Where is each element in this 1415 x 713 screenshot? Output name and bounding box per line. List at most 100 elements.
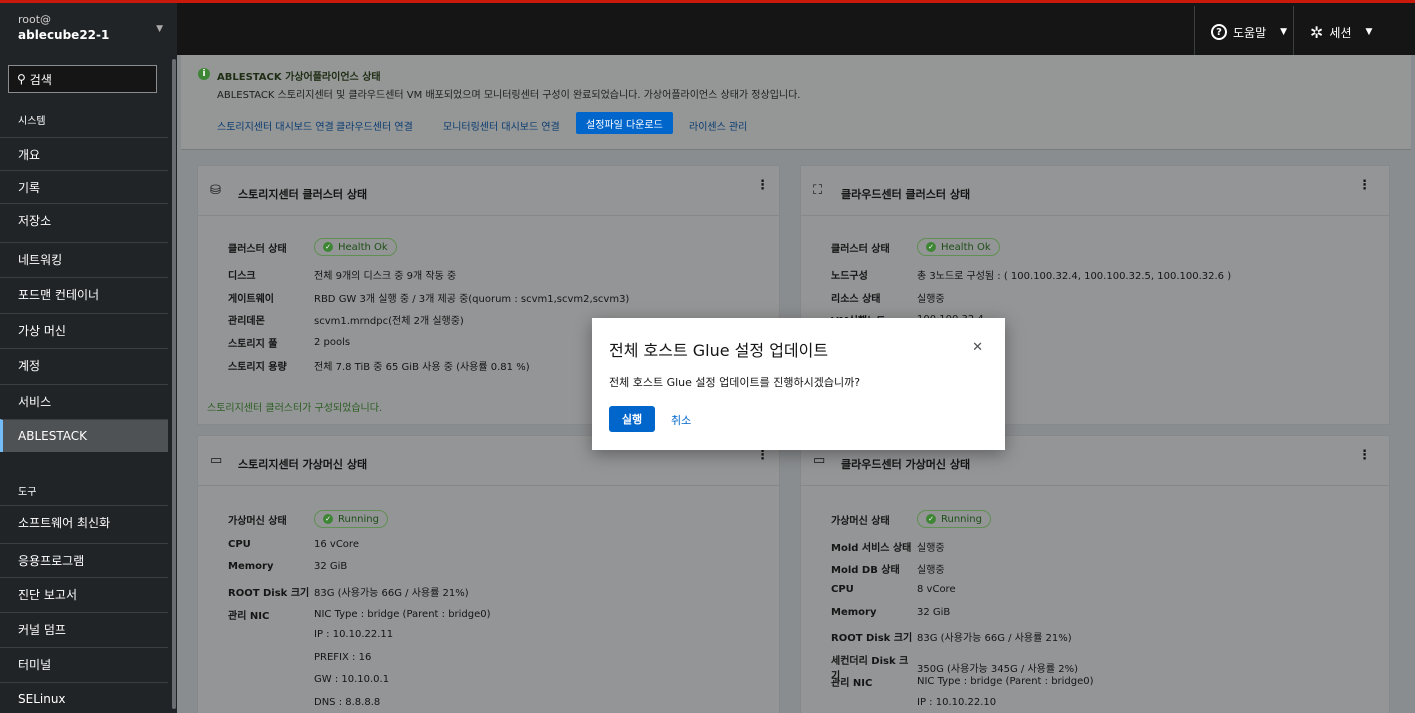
session-menu-button[interactable]: ✲ 세션 ▼ <box>1293 6 1415 58</box>
alert-description: ABLESTACK 스토리지센터 및 클라우드센터 VM 배포되었으며 모니터링… <box>217 90 801 101</box>
cancel-button[interactable]: 취소 <box>671 412 691 428</box>
status-row: 가상머신 상태 ✓ Running <box>228 510 388 528</box>
caret-down-icon: ▼ <box>156 24 163 34</box>
host-switcher[interactable]: root@ ablecube22-1 ▼ <box>0 3 177 58</box>
row-key: 클러스터 상태 <box>228 243 287 255</box>
card-header: ⛁ 스토리지센터 클러스터 상태 ⋮ <box>198 166 779 216</box>
storage-dashboard-link[interactable]: 스토리지센터 대시보드 연결 <box>217 118 334 133</box>
help-menu-button[interactable]: ? 도움말 ▼ <box>1194 6 1293 58</box>
row-key: Memory <box>831 607 877 618</box>
sidebar-scrollbar[interactable] <box>172 59 176 709</box>
kebab-menu-icon[interactable]: ⋮ <box>1358 178 1371 193</box>
sidebar-item-selinux[interactable]: SELinux <box>0 682 168 713</box>
info-row: 관리 NIC NIC Type : bridge (Parent : bridge… <box>228 607 491 622</box>
row-key: CPU <box>228 539 251 550</box>
download-config-button[interactable]: 설정파일 다운로드 <box>576 112 673 134</box>
sidebar-item-overview[interactable]: 개요 <box>0 137 168 170</box>
card-title: 스토리지센터 가상머신 상태 <box>238 458 368 471</box>
card-title: 클라우드센터 가상머신 상태 <box>841 458 971 471</box>
info-row: 노드구성 총 3노드로 구성됨 : ( 100.100.32.4, 100.100… <box>831 267 1231 282</box>
status-badge: ✓ Running <box>917 510 991 528</box>
sidebar-item-podman[interactable]: 포드맨 컨테이너 <box>0 277 168 310</box>
sidebar-item-storage[interactable]: 저장소 <box>0 203 168 236</box>
sidebar-item-vms[interactable]: 가상 머신 <box>0 313 168 346</box>
row-value: IP : 10.10.22.10 <box>917 697 997 708</box>
status-value: Health Ok <box>941 241 991 253</box>
row-value: PREFIX : 16 <box>314 652 372 663</box>
confirm-modal: 전체 호스트 Glue 설정 업데이트 ✕ 전체 호스트 Glue 설정 업데이… <box>592 318 1005 450</box>
monitor-icon: ▭ <box>210 453 223 468</box>
row-value: 실행중 <box>917 565 945 576</box>
row-key: 가상머신 상태 <box>228 515 287 527</box>
sidebar-item-services[interactable]: 서비스 <box>0 384 168 417</box>
row-key: Mold 서비스 상태 <box>831 543 912 554</box>
monitoring-dashboard-link[interactable]: 모니터링센터 대시보드 연결 <box>443 118 560 133</box>
info-row: Mold DB 상태 실행중 <box>831 561 945 576</box>
close-icon[interactable]: ✕ <box>972 340 983 355</box>
row-value: 350G (사용가능 345G / 사용률 2%) <box>917 663 1079 675</box>
help-icon: ? <box>1211 24 1227 40</box>
kebab-menu-icon[interactable]: ⋮ <box>1358 448 1371 463</box>
row-value: 실행중 <box>917 543 945 554</box>
cloud-center-link[interactable]: 클라우드센터 연결 <box>336 118 413 133</box>
row-key: 디스크 <box>228 271 256 282</box>
info-row: Memory 32 GiB <box>831 607 950 618</box>
info-row: Memory 32 GiB <box>228 561 347 572</box>
gear-icon: ✲ <box>1310 22 1324 42</box>
caret-down-icon: ▼ <box>1365 27 1373 37</box>
help-label: 도움말 <box>1233 25 1267 40</box>
info-row: 관리데몬 scvm1.mrndpc(전체 2개 실행중) <box>228 312 464 327</box>
card-title: 클라우드센터 클러스터 상태 <box>841 188 971 201</box>
row-value: 32 GiB <box>917 607 951 618</box>
modal-message: 전체 호스트 Glue 설정 업데이트를 진행하시겠습니까? <box>609 376 861 389</box>
row-key: 스토리지 용량 <box>228 362 287 373</box>
info-row: 스토리지 풀 2 pools <box>228 335 350 350</box>
row-value: NIC Type : bridge (Parent : bridge0) <box>917 676 1094 687</box>
row-key: ROOT Disk 크기 <box>831 633 913 644</box>
sidebar-item-accounts[interactable]: 계정 <box>0 348 168 381</box>
row-value: NIC Type : bridge (Parent : bridge0) <box>314 609 491 620</box>
storage-vm-card: ▭ 스토리지센터 가상머신 상태 ⋮ 가상머신 상태 ✓ Running CPU 1… <box>197 435 780 713</box>
row-key: ROOT Disk 크기 <box>228 588 310 599</box>
row-key: 노드구성 <box>831 271 868 282</box>
sidebar-item-kernel-dump[interactable]: 커널 덤프 <box>0 612 168 645</box>
sidebar-item-terminal[interactable]: 터미널 <box>0 647 168 680</box>
status-row: 클러스터 상태 ✓ Health Ok <box>831 238 1000 256</box>
modal-title: 전체 호스트 Glue 설정 업데이트 <box>609 341 829 360</box>
sidebar-item-logs[interactable]: 기록 <box>0 170 168 203</box>
info-row: 게이트웨이 RBD GW 3개 실행 중 / 3개 제공 중(quorum : s… <box>228 290 629 305</box>
info-row: IP : 10.10.22.11 <box>228 629 393 640</box>
info-row: PREFIX : 16 <box>228 652 371 663</box>
info-row: Mold 서비스 상태 실행중 <box>831 539 945 554</box>
row-value: IP : 10.10.22.11 <box>314 629 394 640</box>
row-value: 2 pools <box>314 337 351 348</box>
execute-button[interactable]: 실행 <box>609 406 655 432</box>
license-management-link[interactable]: 라이센스 관리 <box>689 118 747 133</box>
search-input[interactable]: ⚲ 검색 <box>8 65 157 93</box>
row-key: Memory <box>228 561 274 572</box>
top-bar: root@ ablecube22-1 ▼ ? 도움말 ▼ ✲ 세션 ▼ <box>0 0 1415 58</box>
kebab-menu-icon[interactable]: ⋮ <box>756 448 769 463</box>
kebab-menu-icon[interactable]: ⋮ <box>756 178 769 193</box>
info-row: IP : 10.10.22.10 <box>831 697 996 708</box>
row-value: 전체 7.8 TiB 중 65 GiB 사용 중 (사용률 0.81 %) <box>314 362 530 373</box>
sidebar-item-diagnostic-reports[interactable]: 진단 보고서 <box>0 577 168 610</box>
host-user: root@ <box>18 13 52 26</box>
sidebar-item-software-updates[interactable]: 소프트웨어 최신화 <box>0 505 168 538</box>
info-row: CPU 8 vCore <box>831 584 956 595</box>
sidebar-item-networking[interactable]: 네트워킹 <box>0 242 168 275</box>
search-label: 검색 <box>29 72 52 87</box>
status-value: Running <box>941 513 982 525</box>
cloud-vm-card: ▭ 클라우드센터 가상머신 상태 ⋮ 가상머신 상태 ✓ Running Mold… <box>800 435 1390 713</box>
status-badge: ✓ Health Ok <box>314 238 397 256</box>
row-key: CPU <box>831 584 854 595</box>
row-value: RBD GW 3개 실행 중 / 3개 제공 중(quorum : scvm1,… <box>314 294 630 305</box>
row-key: 클러스터 상태 <box>831 243 890 255</box>
sidebar-item-applications[interactable]: 응용프로그램 <box>0 543 168 576</box>
row-value: 전체 9개의 디스크 중 9개 작동 중 <box>314 271 457 282</box>
row-value: scvm1.mrndpc(전체 2개 실행중) <box>314 316 464 327</box>
sidebar-item-ablestack[interactable]: ABLESTACK <box>0 419 168 452</box>
nav-section-tools: 도구 <box>18 487 37 498</box>
alert-title: ABLESTACK 가상어플라이언스 상태 <box>217 72 381 83</box>
row-key: 관리 NIC <box>228 611 270 622</box>
